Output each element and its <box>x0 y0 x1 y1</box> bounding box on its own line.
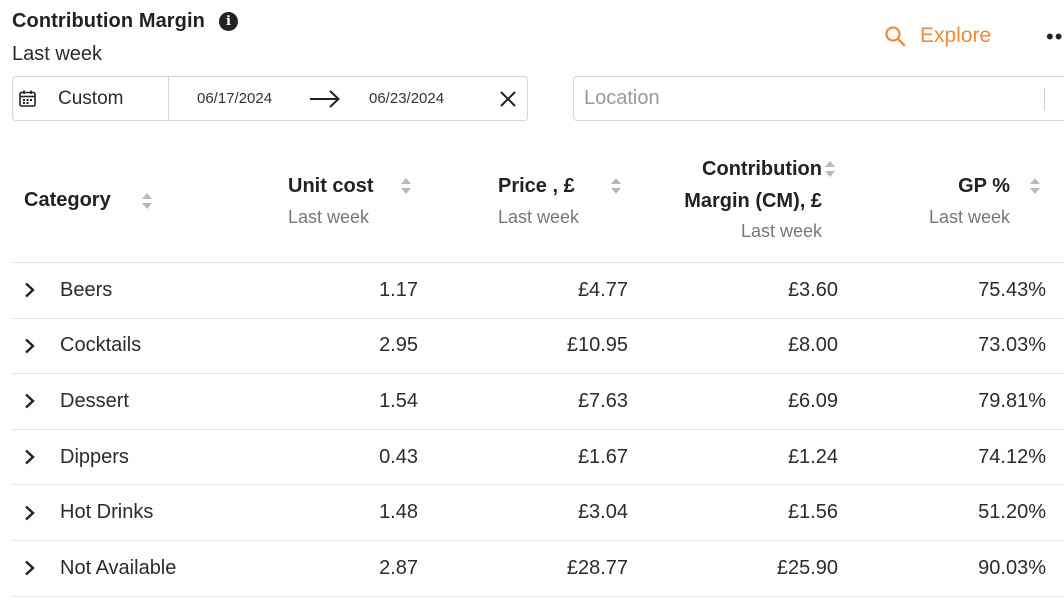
arrow-right-icon <box>310 90 340 108</box>
category-label: Dessert <box>60 389 129 412</box>
cell-gp: 79.81% <box>978 389 1046 412</box>
table-row[interactable]: Cocktails 2.95 £10.95 £8.00 73.03% <box>12 319 1064 375</box>
cell-gp: 74.12% <box>978 445 1046 468</box>
column-sublabel: Last week <box>288 207 370 227</box>
table-row[interactable]: Not Available 2.87 £28.77 £25.90 90.03% <box>12 541 1064 597</box>
cell-unit-cost: 2.87 <box>379 556 418 579</box>
cell-price: £4.77 <box>577 278 628 301</box>
explore-button[interactable]: Explore <box>884 24 991 48</box>
cell-unit-cost: 0.43 <box>379 445 418 468</box>
clear-date-icon[interactable] <box>497 88 519 110</box>
column-sublabel: Last week <box>498 207 580 227</box>
column-label-line1: Contribution <box>702 158 822 180</box>
cell-contribution-margin: £8.00 <box>787 334 838 357</box>
sort-icon[interactable] <box>824 160 836 178</box>
cell-price: £10.95 <box>566 334 628 357</box>
column-label: Price , £ <box>498 175 575 197</box>
sort-icon[interactable] <box>1029 177 1041 195</box>
cell-price: £7.63 <box>577 389 628 412</box>
cell-category: Hot Drinks <box>24 485 264 540</box>
category-label: Not Available <box>60 556 177 579</box>
cell-category: Dessert <box>24 374 264 429</box>
info-icon[interactable]: i <box>218 12 238 31</box>
date-mode-select[interactable]: Custom <box>13 77 169 120</box>
contribution-margin-table: Category Unit cost Last week Price , £ L… <box>12 140 1064 597</box>
cell-unit-cost: 1.48 <box>379 501 418 524</box>
more-options-button[interactable]: •• <box>1046 24 1063 50</box>
cell-category: Dippers <box>24 430 264 485</box>
cell-contribution-margin: £1.24 <box>787 445 838 468</box>
cell-unit-cost: 2.95 <box>379 334 418 357</box>
column-header-contribution-margin[interactable]: Contribution Margin (CM), £ Last week <box>652 153 822 246</box>
column-label: Unit cost <box>288 175 374 197</box>
select-separator <box>1044 88 1045 110</box>
table-body: Beers 1.17 £4.77 £3.60 75.43% Cocktails … <box>12 263 1064 597</box>
date-mode-label: Custom <box>58 87 124 109</box>
chevron-right-icon[interactable] <box>24 393 42 409</box>
location-input[interactable] <box>584 77 1034 120</box>
page-title: Contribution Margin <box>12 10 205 32</box>
cell-category: Cocktails <box>24 319 264 374</box>
category-label: Cocktails <box>60 334 142 357</box>
cell-unit-cost: 1.54 <box>379 389 418 412</box>
category-label: Dippers <box>60 445 129 468</box>
column-header-category[interactable]: Category <box>24 184 111 216</box>
column-header-price[interactable]: Price , £ Last week <box>498 170 579 232</box>
table-row[interactable]: Dessert 1.54 £7.63 £6.09 79.81% <box>12 374 1064 430</box>
chevron-right-icon[interactable] <box>24 505 42 521</box>
cell-gp: 75.43% <box>978 278 1046 301</box>
more-dots-icon: •• <box>1046 24 1064 49</box>
column-sublabel: Last week <box>740 221 822 241</box>
sort-icon[interactable] <box>610 177 622 195</box>
chevron-right-icon[interactable] <box>24 449 42 465</box>
column-sublabel: Last week <box>928 207 1010 227</box>
column-label: GP % <box>958 175 1010 197</box>
category-label: Beers <box>60 278 113 301</box>
category-label: Hot Drinks <box>60 501 154 524</box>
cell-category: Beers <box>24 263 264 318</box>
cell-price: £1.67 <box>577 445 628 468</box>
cell-gp: 51.20% <box>978 501 1046 524</box>
column-header-gp[interactable]: GP % Last week <box>910 170 1010 232</box>
table-row[interactable]: Hot Drinks 1.48 £3.04 £1.56 51.20% <box>12 485 1064 541</box>
sort-icon[interactable] <box>400 177 412 195</box>
table-row[interactable]: Dippers 0.43 £1.67 £1.24 74.12% <box>12 430 1064 486</box>
column-label: Category <box>24 189 111 211</box>
cell-gp: 90.03% <box>978 556 1046 579</box>
date-range-picker[interactable]: Custom 06/17/2024 06/23/2024 <box>12 76 528 121</box>
cell-contribution-margin: £25.90 <box>776 556 838 579</box>
widget-header: Contribution Margin i <box>12 10 238 33</box>
cell-price: £3.04 <box>577 501 628 524</box>
calendar-icon <box>19 90 36 107</box>
chevron-right-icon[interactable] <box>24 560 42 576</box>
cell-price: £28.77 <box>566 556 628 579</box>
cell-contribution-margin: £3.60 <box>787 278 838 301</box>
column-label-line2: Margin (CM), £ <box>684 190 822 212</box>
table-row[interactable]: Beers 1.17 £4.77 £3.60 75.43% <box>12 263 1064 319</box>
column-header-unit-cost[interactable]: Unit cost Last week <box>288 170 374 232</box>
date-to-input[interactable]: 06/23/2024 <box>369 90 444 107</box>
location-select[interactable] <box>573 76 1064 121</box>
cell-contribution-margin: £1.56 <box>787 501 838 524</box>
cell-unit-cost: 1.17 <box>379 278 418 301</box>
period-subtitle: Last week <box>12 43 103 65</box>
sort-icon[interactable] <box>141 192 153 210</box>
date-from-input[interactable]: 06/17/2024 <box>197 90 272 107</box>
cell-contribution-margin: £6.09 <box>787 389 838 412</box>
cell-gp: 73.03% <box>978 334 1046 357</box>
table-header: Category Unit cost Last week Price , £ L… <box>12 140 1064 263</box>
chevron-right-icon[interactable] <box>24 338 42 354</box>
chevron-right-icon[interactable] <box>24 282 42 298</box>
cell-category: Not Available <box>24 541 264 596</box>
search-icon <box>885 26 906 47</box>
explore-label: Explore <box>920 24 992 47</box>
